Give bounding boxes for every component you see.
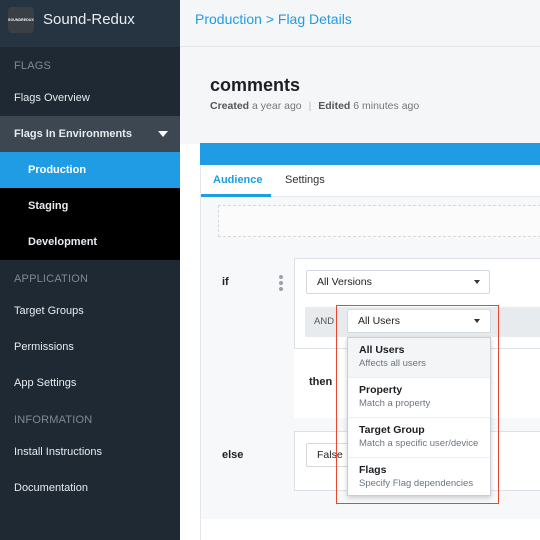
sidebar-item-install-instructions[interactable]: Install Instructions xyxy=(0,434,180,470)
edited-label: Edited xyxy=(318,100,351,112)
menu-item-title: Target Group xyxy=(359,424,425,436)
menu-item-title: Flags xyxy=(359,464,387,476)
section-label-information: INFORMATION xyxy=(14,414,93,426)
sidebar-item-label: Development xyxy=(28,236,98,248)
sidebar: SOUNDREDUX Sound-Redux FLAGS Flags Overv… xyxy=(0,0,180,540)
menu-item-title: All Users xyxy=(359,344,405,356)
edited-value: 6 minutes ago xyxy=(353,100,420,112)
flag-header: comments Created a year ago | Edited 6 m… xyxy=(180,47,540,144)
menu-item-desc: Specify Flag dependencies xyxy=(359,478,474,489)
card-accent-bar xyxy=(200,143,540,165)
sidebar-item-staging[interactable]: Staging xyxy=(0,188,180,224)
top-bar: Production > Flag Details xyxy=(180,0,540,47)
versions-select-value: All Versions xyxy=(317,276,372,288)
sidebar-item-label: Flags Overview xyxy=(14,92,90,104)
sidebar-item-flags-in-environments[interactable]: Flags In Environments xyxy=(0,116,180,152)
tab-audience[interactable]: Audience xyxy=(213,174,263,186)
sidebar-item-flags-overview[interactable]: Flags Overview xyxy=(0,80,180,116)
app-name: Sound-Redux xyxy=(43,11,135,28)
section-label-application: APPLICATION xyxy=(14,273,89,285)
sidebar-item-label: Target Groups xyxy=(14,305,84,317)
sidebar-item-permissions[interactable]: Permissions xyxy=(0,329,180,365)
meta-separator: | xyxy=(308,100,312,112)
app-logo[interactable]: SOUNDREDUX xyxy=(8,7,34,33)
brand-header: SOUNDREDUX Sound-Redux xyxy=(0,0,180,47)
caret-down-icon xyxy=(158,131,168,137)
sidebar-item-label: Staging xyxy=(28,200,69,212)
chevron-down-icon xyxy=(474,280,480,284)
sidebar-item-development[interactable]: Development xyxy=(0,224,180,260)
users-dropdown-menu: All Users Affects all users Property Mat… xyxy=(347,337,491,496)
menu-item-property[interactable]: Property Match a property xyxy=(348,377,490,416)
created-value: a year ago xyxy=(252,100,302,112)
sidebar-item-target-groups[interactable]: Target Groups xyxy=(0,293,180,329)
created-label: Created xyxy=(210,100,250,112)
menu-item-target-group[interactable]: Target Group Match a specific user/devic… xyxy=(348,417,490,456)
rule-drop-zone[interactable] xyxy=(218,205,540,237)
sidebar-item-label: Flags In Environments xyxy=(14,128,132,140)
then-label: then xyxy=(309,376,333,388)
sidebar-item-production[interactable]: Production xyxy=(0,152,180,188)
menu-item-title: Property xyxy=(359,384,403,396)
section-label-flags: FLAGS xyxy=(14,60,52,72)
menu-item-flags[interactable]: Flags Specify Flag dependencies xyxy=(348,457,490,496)
sidebar-item-label: Install Instructions xyxy=(14,446,103,458)
tab-bar: Audience Settings xyxy=(201,165,540,197)
drag-handle-icon[interactable] xyxy=(279,275,285,291)
page-title: comments xyxy=(210,75,301,95)
menu-item-desc: Match a property xyxy=(359,398,431,409)
menu-item-desc: Affects all users xyxy=(359,358,426,369)
sidebar-item-label: Documentation xyxy=(14,482,88,494)
menu-item-all-users[interactable]: All Users Affects all users xyxy=(348,338,490,377)
flag-meta: Created a year ago | Edited 6 minutes ag… xyxy=(210,100,419,112)
menu-item-desc: Match a specific user/device xyxy=(359,438,479,449)
sidebar-item-label: Permissions xyxy=(14,341,74,353)
else-label: else xyxy=(222,449,244,461)
sidebar-item-label: Production xyxy=(28,164,87,176)
and-label: AND xyxy=(314,316,335,327)
sidebar-item-documentation[interactable]: Documentation xyxy=(0,470,180,506)
sidebar-item-app-settings[interactable]: App Settings xyxy=(0,365,180,401)
tab-settings[interactable]: Settings xyxy=(285,174,325,186)
sidebar-item-label: App Settings xyxy=(14,377,77,389)
versions-select[interactable]: All Versions xyxy=(306,270,490,294)
if-label: if xyxy=(222,276,229,288)
breadcrumb[interactable]: Production > Flag Details xyxy=(195,11,352,27)
